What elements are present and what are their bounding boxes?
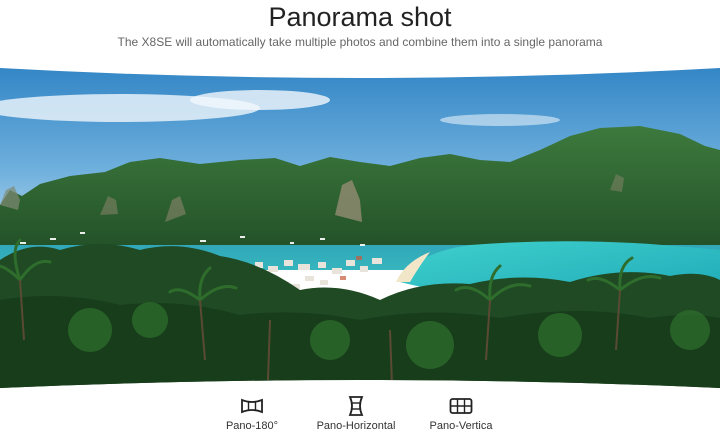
mode-label: Pano-180° [225, 420, 279, 432]
mode-label: Pano-Vertica [429, 420, 493, 432]
page: Panorama shot The X8SE will automaticall… [0, 0, 720, 435]
mode-pano-vertical[interactable]: Pano-Vertica [406, 388, 516, 435]
mode-label: Pano-Horizontal [316, 420, 396, 432]
panorama-modes: Pano-180° Pano-Horizontal Pano-Vertica [0, 388, 720, 435]
panorama-photo [0, 68, 720, 388]
mode-pano-180[interactable]: Pano-180° [197, 388, 307, 435]
pano-180-icon [241, 398, 263, 414]
pano-vertical-icon [449, 398, 473, 414]
pano-horizontal-icon [348, 396, 364, 416]
mode-pano-horizontal[interactable]: Pano-Horizontal [301, 388, 411, 435]
